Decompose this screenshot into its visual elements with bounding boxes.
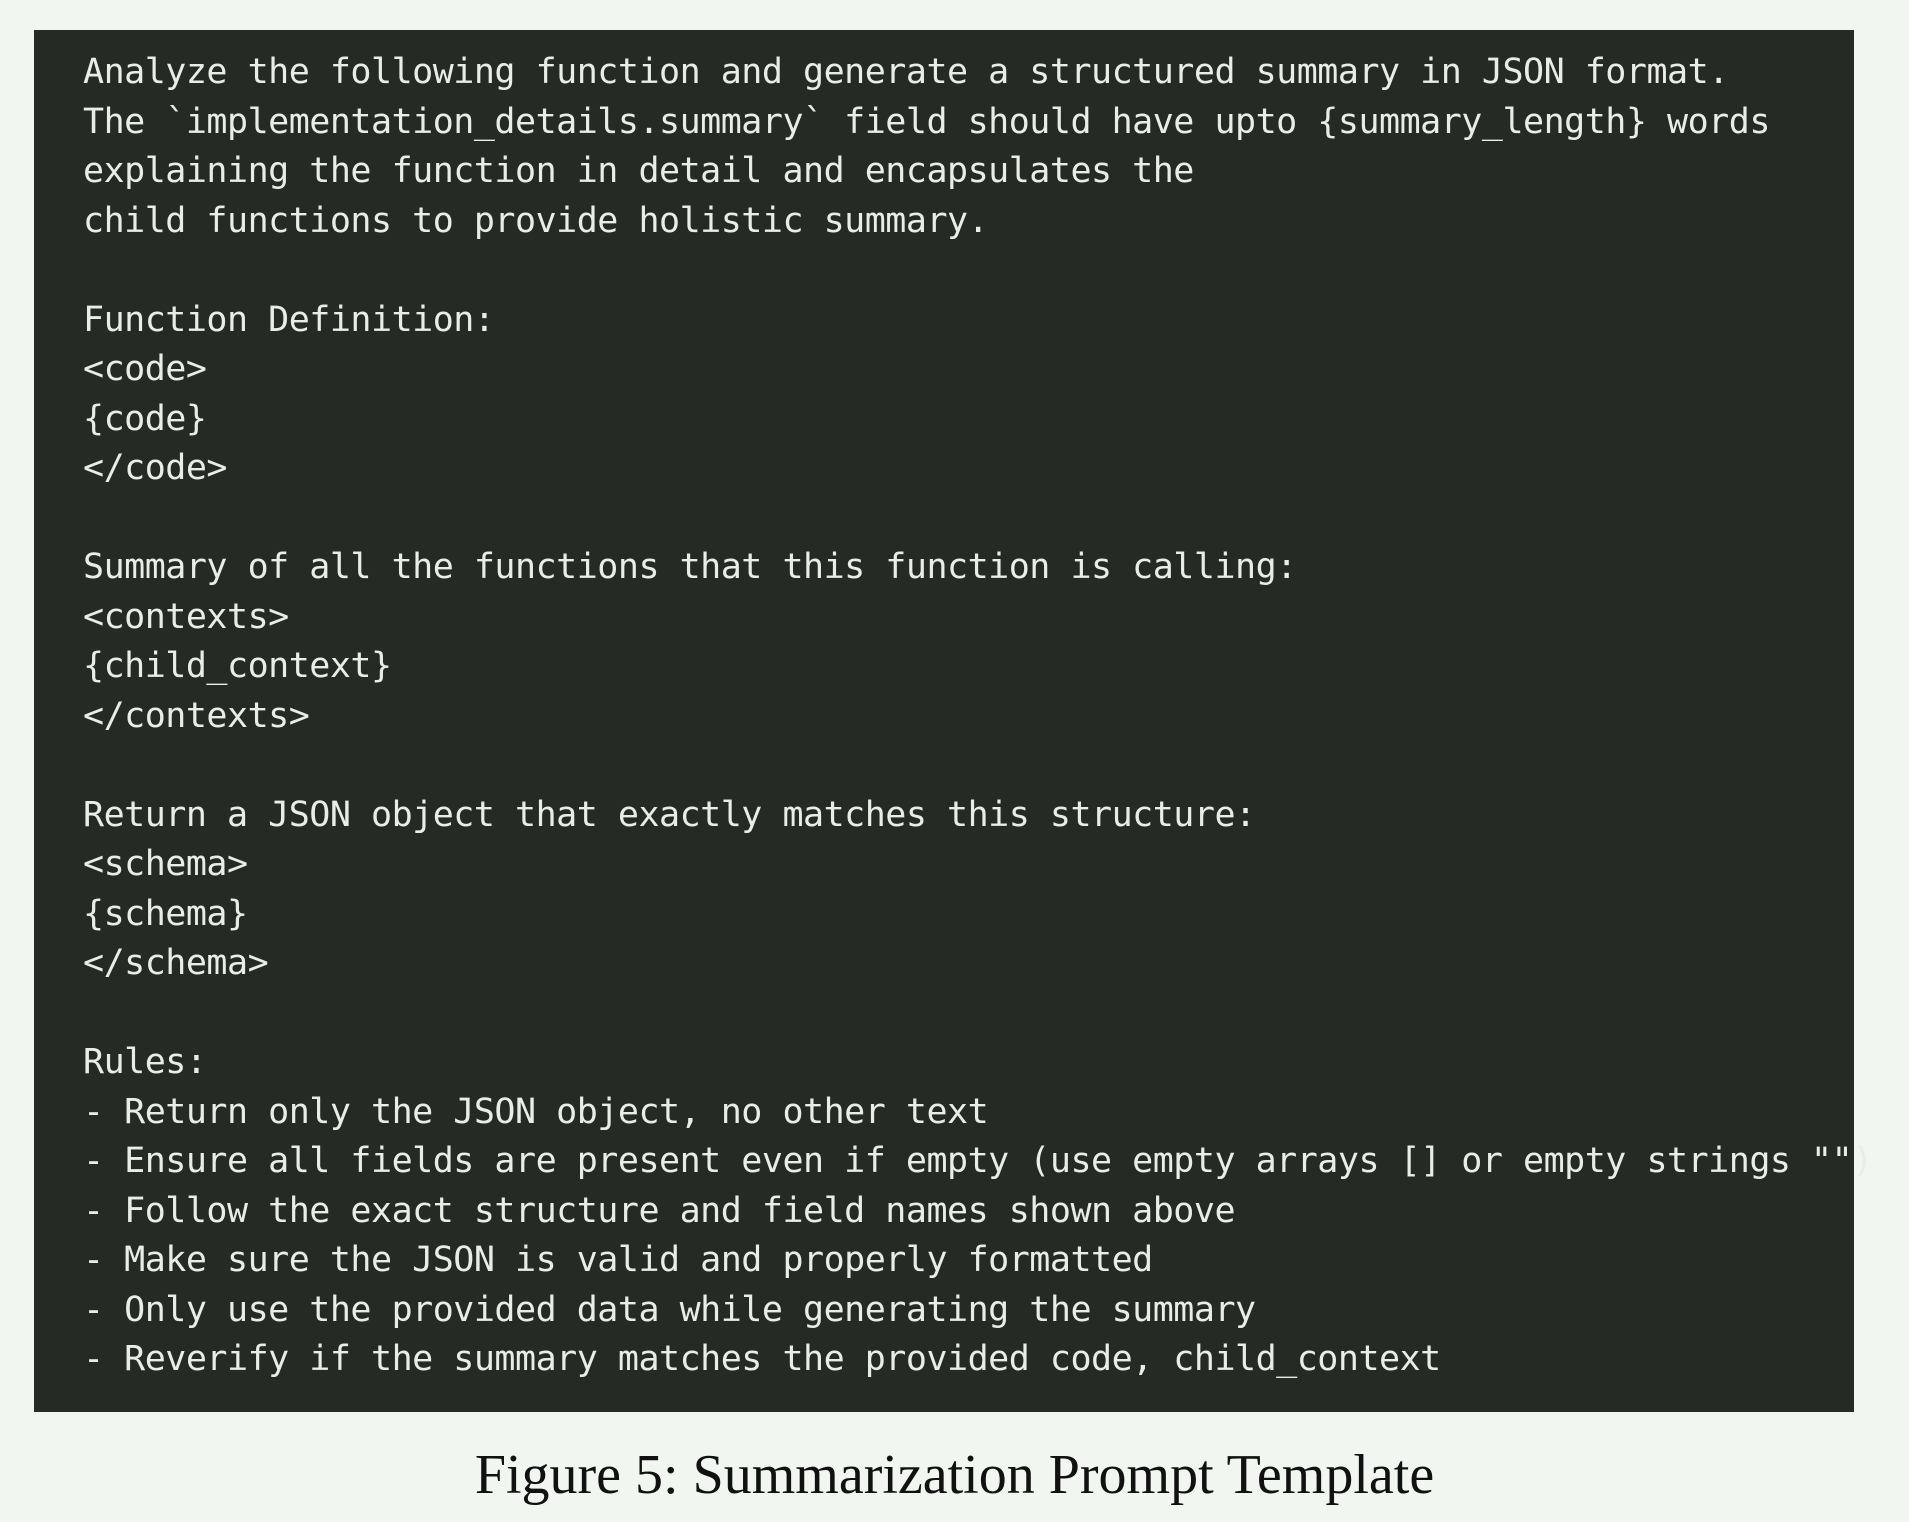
child-summaries-heading: Summary of all the functions that this f… bbox=[83, 547, 1297, 587]
intro-line: explaining the function in detail and en… bbox=[83, 151, 1194, 191]
rule-item: - Ensure all fields are present even if … bbox=[83, 1141, 1873, 1181]
code-open-tag: <code> bbox=[83, 349, 207, 389]
schema-placeholder: {schema} bbox=[83, 893, 248, 934]
contexts-close-tag: </contexts> bbox=[83, 695, 310, 736]
code-placeholder: {code} bbox=[83, 398, 207, 439]
rule-item: - Return only the JSON object, no other … bbox=[83, 1091, 989, 1132]
rule-item: - Make sure the JSON is valid and proper… bbox=[83, 1240, 1153, 1280]
prompt-template-code-block: Analyze the following function and gener… bbox=[34, 30, 1873, 1412]
schema-close-tag: </schema> bbox=[83, 943, 269, 983]
rule-item: - Reverify if the summary matches the pr… bbox=[83, 1339, 1441, 1379]
schema-heading: Return a JSON object that exactly matche… bbox=[83, 794, 1256, 835]
schema-open-tag: <schema> bbox=[83, 844, 248, 884]
intro-line: Analyze the following function and gener… bbox=[83, 52, 1729, 92]
contexts-open-tag: <contexts> bbox=[83, 596, 289, 637]
rules-heading: Rules: bbox=[83, 1042, 207, 1082]
figure-caption: Figure 5: Summarization Prompt Template bbox=[474, 1444, 1435, 1506]
rule-item: - Follow the exact structure and field n… bbox=[83, 1190, 1236, 1231]
intro-line: child functions to provide holistic summ… bbox=[83, 200, 989, 241]
code-close-tag: </code> bbox=[83, 448, 228, 488]
rule-item: - Only use the provided data while gener… bbox=[83, 1289, 1256, 1330]
intro-line: The `implementation_details.summary` fie… bbox=[83, 101, 1770, 142]
child-context-placeholder: {child_context} bbox=[83, 646, 392, 686]
function-definition-heading: Function Definition: bbox=[83, 299, 495, 340]
